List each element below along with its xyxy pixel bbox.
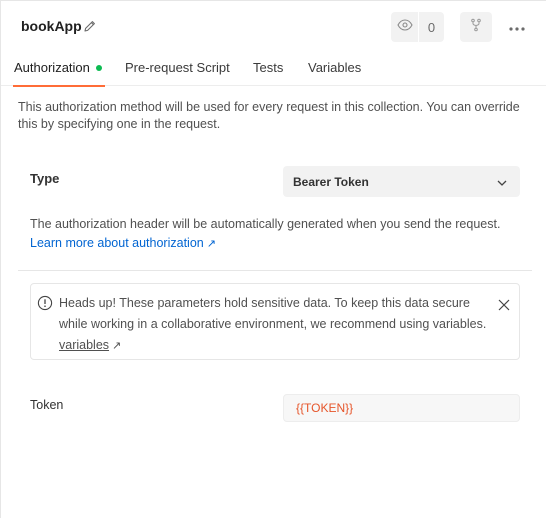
tab-variables[interactable]: Variables <box>308 60 361 86</box>
watch-button[interactable] <box>391 12 419 42</box>
eye-icon <box>396 18 413 36</box>
more-button[interactable] <box>503 12 531 42</box>
active-dot-icon <box>95 65 102 71</box>
collection-header: bookApp 0 <box>1 1 546 51</box>
collection-panel: bookApp 0 Authorization Pre-request Scri <box>0 0 546 518</box>
auth-type-select[interactable]: Bearer Token <box>283 166 520 197</box>
learn-more-text: Learn more about authorization <box>30 236 204 250</box>
variables-link[interactable]: variables <box>59 338 109 352</box>
tab-tests[interactable]: Tests <box>253 60 283 86</box>
auth-description: This authorization method will be used f… <box>18 100 520 131</box>
token-label: Token <box>30 398 64 412</box>
collection-title[interactable]: bookApp <box>21 18 82 34</box>
more-icon <box>509 18 525 36</box>
token-input[interactable]: {{TOKEN}} <box>283 394 520 422</box>
chevron-down-icon <box>496 176 508 188</box>
auth-info-text: The authorization header will be automat… <box>30 217 501 231</box>
watch-control: 0 <box>391 12 444 42</box>
tab-pre-request-script[interactable]: Pre-request Script <box>125 60 230 86</box>
auth-type-value: Bearer Token <box>293 175 369 189</box>
auth-info: The authorization header will be automat… <box>30 215 522 254</box>
active-tab-indicator <box>13 85 105 87</box>
fork-icon <box>470 18 482 37</box>
alert-text: Heads up! These parameters hold sensitiv… <box>59 296 487 331</box>
sensitive-data-alert: Heads up! These parameters hold sensitiv… <box>30 283 520 360</box>
learn-more-link[interactable]: Learn more about authorization ↗ <box>30 236 216 250</box>
divider <box>18 270 532 271</box>
watch-count[interactable]: 0 <box>419 12 444 42</box>
tab-bar: Authorization Pre-request Script Tests V… <box>1 56 546 87</box>
type-label: Type <box>30 171 60 186</box>
pencil-icon[interactable] <box>83 19 97 33</box>
close-icon[interactable] <box>497 298 511 312</box>
external-link-icon: ↗ <box>206 238 216 250</box>
fork-button[interactable] <box>460 12 492 42</box>
external-link-icon: ↗ <box>112 340 122 352</box>
info-circle-icon <box>37 295 53 311</box>
alert-message: Heads up! These parameters hold sensitiv… <box>59 293 487 357</box>
tab-authorization[interactable]: Authorization <box>14 60 102 86</box>
tab-label: Authorization <box>14 60 90 75</box>
